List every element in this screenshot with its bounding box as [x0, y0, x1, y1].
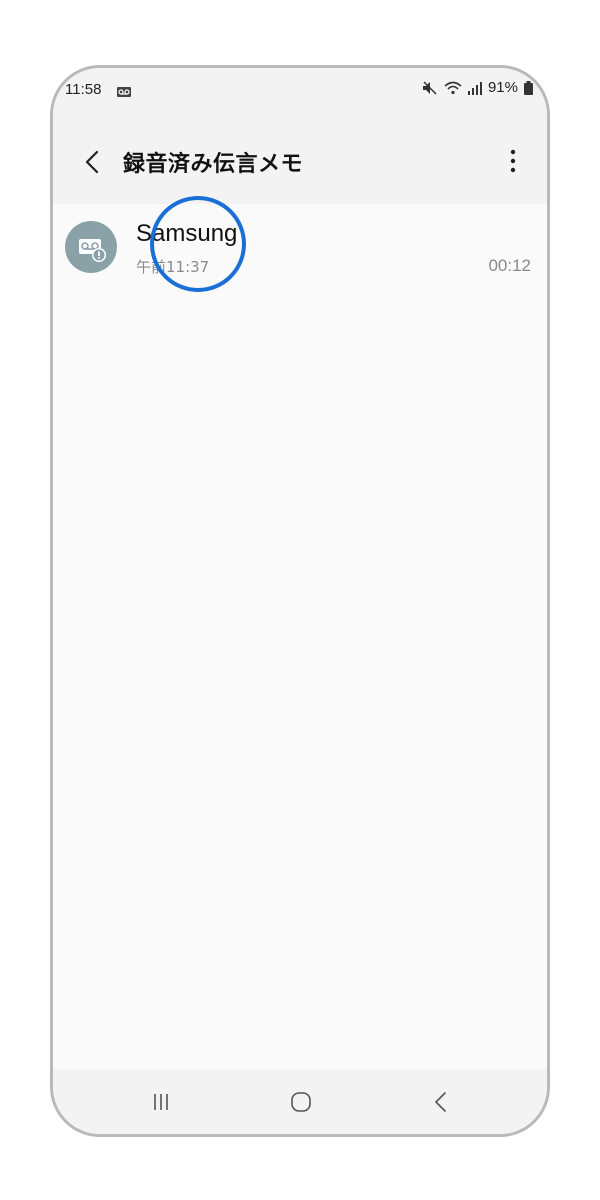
recent-apps-button[interactable]	[143, 1084, 179, 1120]
app-bar: 録音済み伝言メモ	[53, 112, 547, 204]
battery-percent: 91%	[487, 79, 518, 96]
recording-name: Samsung	[136, 220, 238, 247]
recording-time: 午前11:37	[136, 258, 210, 276]
more-vertical-icon	[510, 149, 516, 173]
status-time: 11:58	[65, 81, 102, 98]
recent-apps-icon	[154, 1094, 168, 1110]
navigation-bar	[53, 1070, 547, 1134]
list-item[interactable]: Samsung 午前11:37 00:12	[53, 204, 547, 288]
back-button[interactable]	[79, 148, 107, 176]
battery-icon	[524, 80, 533, 95]
recording-duration: 00:12	[488, 256, 531, 275]
back-nav-button[interactable]	[423, 1084, 459, 1120]
page-title: 録音済み伝言メモ	[123, 152, 304, 177]
home-icon	[291, 1092, 311, 1112]
more-options-button[interactable]	[503, 144, 523, 178]
phone-frame: 11:58 91% 録音済み伝言メモ Samsung 午前11:37 00:12	[50, 65, 550, 1137]
status-indicators: 91%	[422, 79, 533, 96]
recordings-list: Samsung 午前11:37 00:12	[53, 204, 547, 288]
signal-icon	[467, 81, 482, 95]
mute-icon	[422, 80, 438, 95]
status-bar: 11:58 91%	[53, 68, 547, 112]
chevron-left-icon	[85, 150, 99, 174]
home-button[interactable]	[283, 1084, 319, 1120]
voicemail-alert-icon	[65, 221, 117, 273]
back-icon	[435, 1092, 446, 1112]
wifi-icon	[444, 81, 462, 95]
voicemail-icon	[117, 84, 131, 97]
